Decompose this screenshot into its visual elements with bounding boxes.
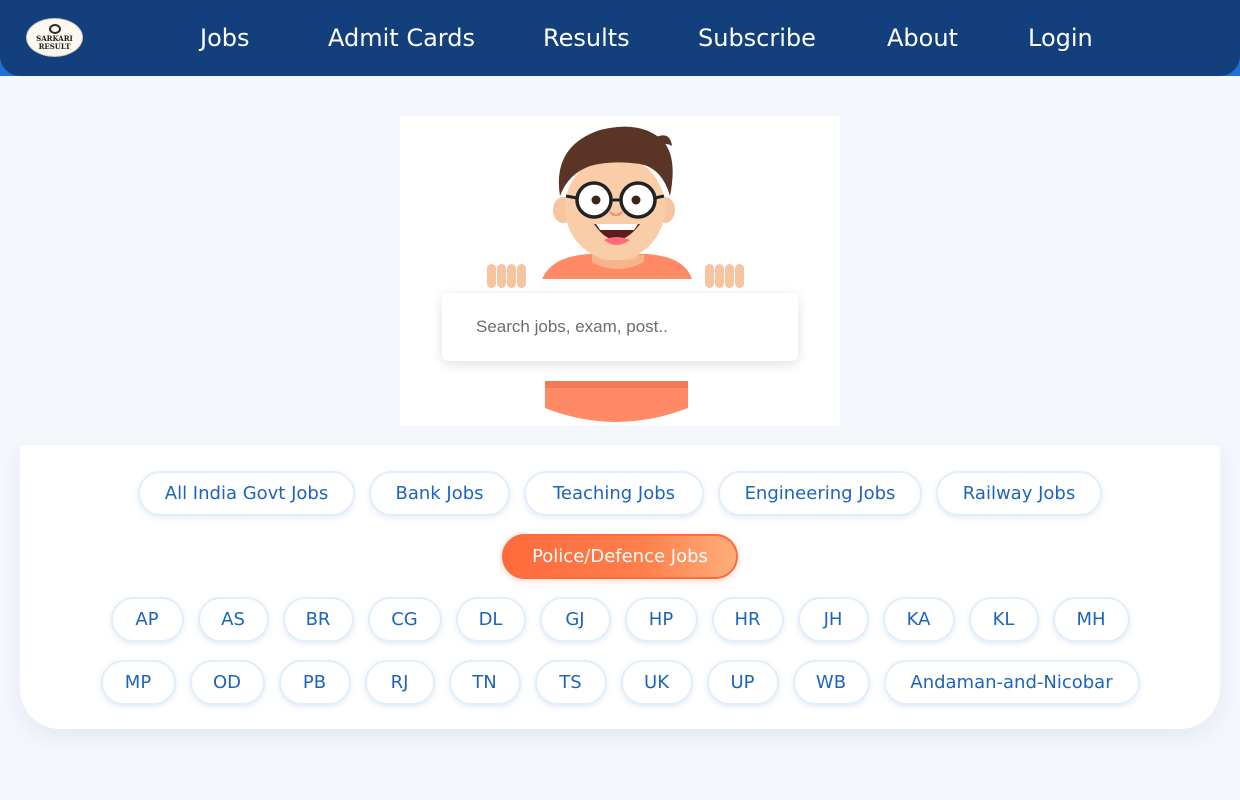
nav-jobs[interactable]: Jobs — [200, 22, 250, 54]
category-row-2: Police/Defence Jobs — [0, 534, 1240, 579]
state-row-1: AP AS BR CG DL GJ HP HR JH KA KL MH — [0, 597, 1240, 642]
nav-login[interactable]: Login — [1028, 22, 1093, 54]
hero-card — [400, 116, 840, 426]
state-hp[interactable]: HP — [624, 597, 698, 642]
state-ka[interactable]: KA — [882, 597, 955, 642]
state-rj[interactable]: RJ — [364, 660, 435, 705]
state-jh[interactable]: JH — [797, 597, 869, 642]
category-all-india-govt-jobs[interactable]: All India Govt Jobs — [138, 471, 355, 516]
state-tn[interactable]: TN — [448, 660, 521, 705]
state-wb[interactable]: WB — [792, 660, 870, 705]
state-mp[interactable]: MP — [100, 660, 176, 705]
state-row-2: MP OD PB RJ TN TS UK UP WB Andaman-and-N… — [0, 660, 1240, 705]
state-ts[interactable]: TS — [534, 660, 607, 705]
nav-admit-cards[interactable]: Admit Cards — [328, 22, 475, 54]
logo-text-line2: RESULT — [38, 42, 71, 51]
state-kl[interactable]: KL — [968, 597, 1039, 642]
state-andaman-and-nicobar[interactable]: Andaman-and-Nicobar — [883, 660, 1140, 705]
state-cg[interactable]: CG — [367, 597, 442, 642]
state-gj[interactable]: GJ — [539, 597, 611, 642]
state-as[interactable]: AS — [197, 597, 269, 642]
nav-subscribe[interactable]: Subscribe — [698, 22, 816, 54]
category-teaching-jobs[interactable]: Teaching Jobs — [524, 471, 704, 516]
state-uk[interactable]: UK — [620, 660, 693, 705]
state-up[interactable]: UP — [706, 660, 779, 705]
nav-about[interactable]: About — [887, 22, 958, 54]
search-input[interactable] — [442, 293, 798, 361]
category-bank-jobs[interactable]: Bank Jobs — [369, 471, 510, 516]
category-railway-jobs[interactable]: Railway Jobs — [936, 471, 1102, 516]
state-ap[interactable]: AP — [110, 597, 184, 642]
state-hr[interactable]: HR — [711, 597, 784, 642]
nav-results[interactable]: Results — [543, 22, 630, 54]
state-pb[interactable]: PB — [278, 660, 351, 705]
state-dl[interactable]: DL — [455, 597, 526, 642]
top-navbar: SARKARI RESULT Jobs Admit Cards Results … — [0, 0, 1240, 76]
state-od[interactable]: OD — [189, 660, 265, 705]
category-police-defence-jobs[interactable]: Police/Defence Jobs — [502, 534, 738, 579]
cartoon-boy-illustration — [487, 126, 744, 422]
emblem-icon — [48, 24, 61, 34]
state-mh[interactable]: MH — [1052, 597, 1130, 642]
category-engineering-jobs[interactable]: Engineering Jobs — [718, 471, 922, 516]
site-logo[interactable]: SARKARI RESULT — [26, 18, 83, 57]
category-row-1: All India Govt Jobs Bank Jobs Teaching J… — [0, 471, 1240, 516]
state-br[interactable]: BR — [282, 597, 354, 642]
